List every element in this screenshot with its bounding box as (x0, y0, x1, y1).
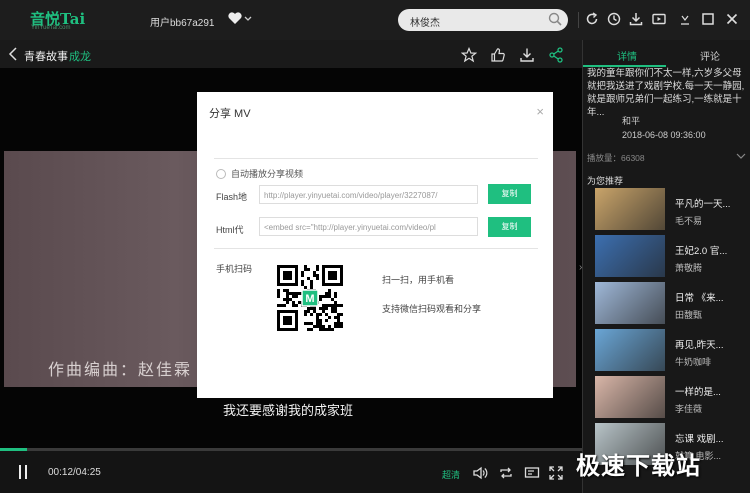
recommend-thumbnail[interactable] (595, 235, 665, 277)
share-text: 支持微信扫码观看和分享 (382, 304, 482, 314)
quality-button[interactable]: 超清 (442, 468, 460, 481)
html-code-field[interactable]: <embed src="http://player.yinyuetai.com/… (259, 217, 478, 236)
flash-label: Flash地 (216, 192, 248, 202)
qr-label: 手机扫码 (216, 264, 253, 274)
recommend-title: 为您推荐 (587, 176, 624, 186)
divider (214, 248, 538, 249)
pause-icon[interactable] (17, 464, 29, 483)
copy-html-button[interactable]: 复制 (488, 217, 531, 237)
recommend-item-artist[interactable]: 李佳薇 (675, 402, 702, 415)
star-icon[interactable] (460, 46, 478, 66)
song-title: 青春故事 (24, 51, 68, 63)
expand-icon[interactable] (736, 152, 746, 162)
recommend-item-title[interactable]: 王妃2.0 官... (675, 243, 747, 257)
qr-code: M (277, 265, 343, 331)
recommend-item-artist[interactable]: 萧敬腾 (675, 261, 702, 274)
recommend-thumbnail[interactable] (595, 282, 665, 324)
share-dialog: 分享 MV × 自动播放分享视频 Flash地 http://player.yi… (197, 92, 553, 398)
time-display: 00:12/04:25 (48, 467, 101, 478)
collapse-panel-icon[interactable]: › (579, 262, 582, 273)
html-label: Html代 (216, 225, 244, 235)
artist-link[interactable]: 成龙 (69, 48, 91, 64)
tab-detail[interactable]: 详情 (617, 48, 637, 63)
download-manager-icon[interactable] (629, 12, 643, 29)
progress-fill (0, 448, 28, 451)
recommend-item-artist[interactable]: 田馥甄 (675, 308, 702, 321)
menu-icon[interactable] (679, 12, 691, 29)
danmaku-icon[interactable] (524, 466, 540, 483)
refresh-icon[interactable] (585, 12, 599, 29)
thumbs-up-icon[interactable] (490, 47, 506, 66)
autoplay-label[interactable]: 自动播放分享视频 (231, 167, 303, 180)
volume-icon[interactable] (472, 466, 488, 483)
recommend-item-title[interactable]: 忘课 戏剧... (675, 431, 747, 445)
vip-heart-icon[interactable] (228, 12, 252, 29)
recommend-item-artist[interactable]: 毛不易 (675, 214, 702, 227)
upload-date: 2018-06-08 09:36:00 (622, 130, 706, 140)
fullscreen-icon[interactable] (549, 466, 563, 483)
divider (214, 158, 538, 159)
recommend-item-title[interactable]: 再见,昨天... (675, 337, 747, 351)
recommend-item-title[interactable]: 平凡的一天... (675, 196, 747, 210)
recommend-thumbnail[interactable] (595, 329, 665, 371)
app-logo-sub: YinYueTai.com (31, 25, 71, 31)
svg-text:M: M (305, 293, 314, 305)
search-icon[interactable] (548, 12, 562, 29)
recommend-item-artist[interactable]: 牛奶咖啡 (675, 355, 711, 368)
copy-flash-button[interactable]: 复制 (488, 184, 531, 204)
history-icon[interactable] (607, 12, 621, 29)
close-icon[interactable] (726, 12, 738, 29)
share-icon[interactable] (548, 47, 564, 66)
tv-icon[interactable] (652, 12, 666, 29)
loop-icon[interactable] (498, 466, 514, 483)
watermark: 极速下载站 (576, 452, 701, 480)
dialog-title: 分享 MV (209, 108, 251, 120)
flash-url-field[interactable]: http://player.yinyuetai.com/video/player… (259, 185, 478, 204)
video-description: 我的童年跟你们不太一样,六岁多父母就把我送进了戏剧学校.每一天一静园,就是跟师兄… (587, 68, 745, 118)
scan-text: 扫一扫，用手机看 (382, 275, 455, 285)
maximize-icon[interactable] (702, 12, 714, 29)
progress-bar[interactable] (0, 448, 582, 451)
username[interactable]: 用户bb67a291 (150, 14, 215, 29)
back-icon[interactable] (8, 46, 18, 65)
divider (578, 12, 579, 28)
download-icon[interactable] (519, 47, 535, 66)
tab-comment[interactable]: 评论 (700, 48, 720, 63)
recommend-thumbnail[interactable] (595, 376, 665, 418)
video-frame-text: 作曲编曲：赵佳霖 (48, 360, 193, 379)
recommend-thumbnail[interactable] (595, 188, 665, 230)
recommend-item-title[interactable]: 日常 《来... (675, 290, 747, 304)
video-subtitle: 我还要感谢我的成家班 (223, 403, 354, 418)
play-count: 播放量：66308 (587, 153, 645, 163)
dialog-close-icon[interactable]: × (536, 104, 544, 119)
uploader-name[interactable]: 和平 (622, 114, 640, 127)
recommend-item-title[interactable]: 一样的是... (675, 384, 747, 398)
search-box[interactable] (398, 9, 568, 33)
autoplay-radio[interactable] (216, 169, 226, 179)
search-input[interactable] (408, 9, 542, 33)
